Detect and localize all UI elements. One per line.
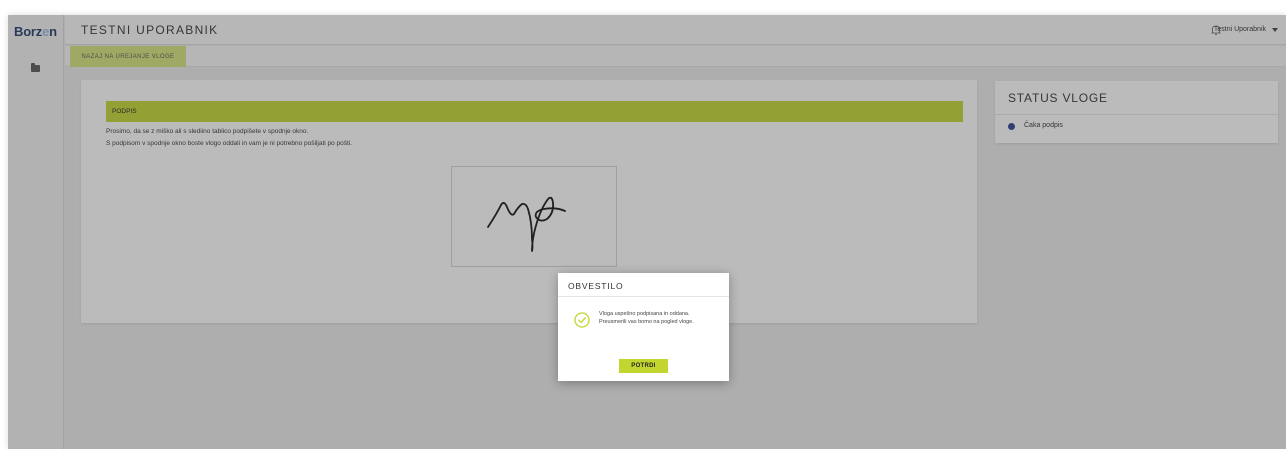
app-window: Borzen TESTNI UPORABNIK Testni Uporabnik… (8, 15, 1286, 449)
check-circle-icon (574, 312, 590, 328)
modal-overlay (8, 15, 1286, 449)
notification-dialog: OBVESTILO Vloga uspešno podpisana in odd… (558, 273, 729, 381)
confirm-button[interactable]: POTRDI (619, 359, 668, 373)
divider (558, 296, 729, 297)
dialog-title: OBVESTILO (568, 281, 624, 291)
dialog-message: Vloga uspešno podpisana in oddana. Preus… (599, 311, 694, 325)
